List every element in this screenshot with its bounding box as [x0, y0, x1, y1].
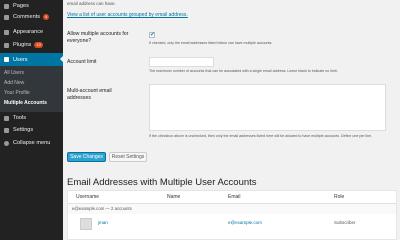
multi-account-emails-description: If the checkbox above is unchecked, then… [149, 134, 373, 138]
menu-item-settings[interactable]: Settings [0, 124, 63, 136]
plugins-icon [4, 42, 9, 48]
column-header-name: Name [167, 194, 181, 200]
users-icon [4, 57, 9, 62]
allow-multiple-description: If checked, only the email addresses lis… [149, 41, 273, 45]
email-link[interactable]: e@example.com [228, 220, 262, 225]
email-group-row: e@example.com — 2 accounts [68, 204, 396, 214]
section-title: Email Addresses with Multiple User Accou… [67, 177, 257, 188]
appearance-icon [4, 29, 9, 35]
menu-item-appearance[interactable]: Appearance [0, 26, 63, 38]
menu-label: Comments [13, 14, 41, 20]
menu-label: Tools [13, 115, 27, 121]
admin-sidebar: Pages Comments 4 Appearance Plugins 10 U… [0, 0, 63, 240]
email-group-label: e@example.com — 2 accounts [72, 206, 132, 211]
menu-label: Plugins [13, 42, 32, 48]
comments-count-badge: 4 [43, 14, 50, 20]
account-limit-input[interactable] [149, 57, 214, 67]
submenu-add-new[interactable]: Add New [4, 80, 24, 86]
view-grouped-accounts-link[interactable]: View a list of user accounts grouped by … [67, 12, 188, 18]
save-changes-button[interactable]: Save Changes [67, 152, 106, 162]
menu-label: Appearance [13, 29, 44, 35]
multi-account-emails-label: Multi-account email addresses [67, 88, 112, 101]
settings-icon [4, 127, 9, 133]
column-header-email: Email [228, 194, 241, 200]
account-limit-label: Account limit [67, 59, 97, 65]
menu-item-users[interactable]: Users [0, 53, 63, 66]
allow-multiple-checkbox[interactable] [149, 31, 155, 38]
menu-item-collapse[interactable]: Collapse menu [0, 137, 63, 149]
column-header-username: Username [76, 194, 100, 200]
menu-label: Settings [13, 127, 34, 133]
submenu-all-users[interactable]: All Users [4, 70, 24, 76]
multi-account-emails-textarea[interactable] [149, 84, 386, 131]
multiple-accounts-table: Username Name Email Role e@example.com —… [67, 190, 397, 240]
submenu-multiple-accounts[interactable]: Multiple Accounts [4, 100, 47, 106]
menu-label: Collapse menu [13, 140, 51, 146]
username-link[interactable]: jman [98, 220, 108, 225]
collapse-icon [4, 140, 9, 146]
menu-label: Pages [13, 3, 29, 9]
avatar [80, 218, 92, 230]
intro-text: email address can have. [67, 1, 116, 6]
tools-icon [4, 115, 9, 121]
menu-item-comments[interactable]: Comments 4 [0, 11, 63, 23]
account-limit-description: The maximum number of accounts that can … [149, 69, 338, 73]
main-content: email address can have. View a list of u… [63, 0, 400, 240]
pages-icon [4, 3, 9, 9]
submenu-your-profile[interactable]: Your Profile [4, 90, 30, 96]
menu-label: Users [13, 56, 28, 63]
plugins-count-badge: 10 [34, 42, 43, 48]
users-submenu: All Users Add New Your Profile Multiple … [0, 66, 63, 112]
menu-item-tools[interactable]: Tools [0, 112, 63, 124]
reset-settings-button[interactable]: Reset Settings [109, 152, 147, 162]
column-header-role: Role [334, 194, 345, 200]
role-cell: Subscriber [334, 220, 356, 225]
allow-multiple-label: Allow multiple accounts for everyone? [67, 31, 129, 44]
comments-icon [4, 14, 9, 20]
menu-item-plugins[interactable]: Plugins 10 [0, 39, 63, 51]
